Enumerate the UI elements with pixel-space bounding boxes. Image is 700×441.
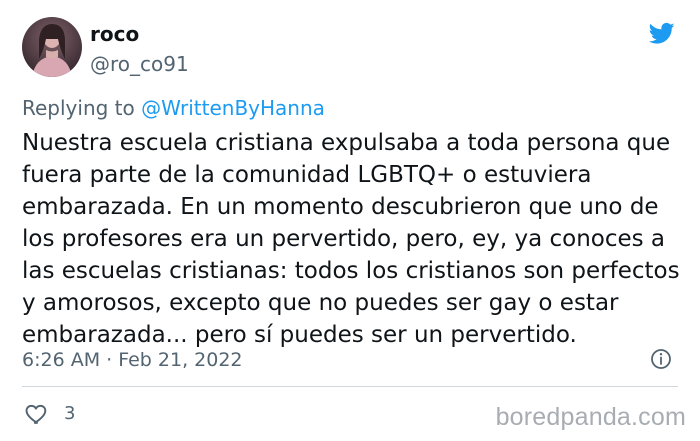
replying-to: Replying to @WrittenByHanna bbox=[22, 96, 325, 120]
tweet-text: Nuestra escuela cristiana expulsaba a to… bbox=[22, 130, 680, 348]
avatar[interactable] bbox=[22, 17, 82, 77]
replying-prefix: Replying to bbox=[22, 96, 135, 120]
tweet-card: roco @ro_co91 Replying to @WrittenByHann… bbox=[0, 0, 700, 441]
reply-mention-link[interactable]: @WrittenByHanna bbox=[141, 96, 325, 120]
avatar-image bbox=[32, 24, 72, 77]
twitter-bird-icon[interactable] bbox=[645, 20, 677, 48]
watermark: boredpanda.com bbox=[495, 403, 686, 431]
heart-icon[interactable] bbox=[24, 401, 50, 427]
divider bbox=[22, 386, 678, 387]
user-handle[interactable]: @ro_co91 bbox=[90, 52, 189, 76]
like-count: 3 bbox=[64, 403, 76, 424]
info-icon[interactable] bbox=[649, 347, 673, 371]
display-name[interactable]: roco bbox=[90, 22, 139, 46]
tweet-timestamp[interactable]: 6:26 AM · Feb 21, 2022 bbox=[22, 348, 243, 372]
